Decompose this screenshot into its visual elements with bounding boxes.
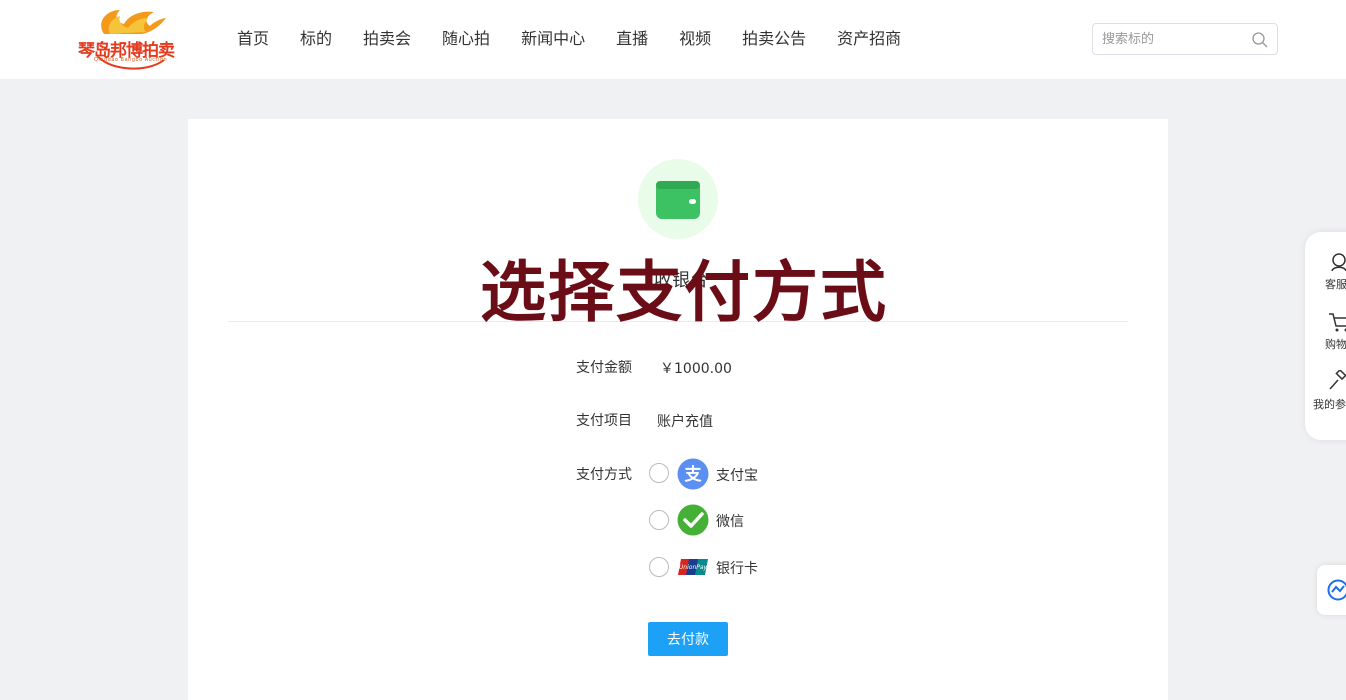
alipay-icon[interactable]: 支 bbox=[677, 458, 709, 490]
toolbar-my-bids[interactable]: 我的参拍 bbox=[1305, 370, 1346, 430]
bankcard-radio[interactable] bbox=[649, 557, 669, 577]
svg-text:支: 支 bbox=[685, 464, 703, 485]
nav-news[interactable]: 新闻中心 bbox=[521, 27, 585, 51]
bankcard-label[interactable]: 银行卡 bbox=[716, 558, 758, 578]
nav-lots[interactable]: 标的 bbox=[300, 27, 332, 51]
wallet-icon bbox=[656, 181, 700, 219]
nav-announcements[interactable]: 拍卖公告 bbox=[742, 27, 806, 51]
toolbar-my-bids-label: 我的参拍 bbox=[1313, 398, 1346, 411]
assistant-icon bbox=[1327, 579, 1346, 601]
cart-icon bbox=[1329, 313, 1346, 332]
wechat-radio[interactable] bbox=[649, 510, 669, 530]
nav-live[interactable]: 直播 bbox=[616, 27, 648, 51]
toolbar-customer-service[interactable]: 客服 bbox=[1305, 250, 1346, 310]
toolbar-cart-label: 购物车 bbox=[1325, 338, 1346, 351]
site-logo[interactable]: 琴岛邦博拍卖 Qingdao Bangbo Auction bbox=[76, 4, 182, 74]
customer-service-icon bbox=[1331, 253, 1346, 272]
site-header: 琴岛邦博拍卖 Qingdao Bangbo Auction 首页 标的 拍卖会 … bbox=[0, 0, 1346, 79]
nav-video[interactable]: 视频 bbox=[679, 27, 711, 51]
pay-button[interactable]: 去付款 bbox=[648, 622, 728, 656]
nav-auctions[interactable]: 拍卖会 bbox=[363, 27, 411, 51]
method-label: 支付方式 bbox=[576, 467, 632, 483]
search-box bbox=[1092, 23, 1278, 55]
wechat-icon[interactable] bbox=[677, 504, 709, 536]
wechat-label[interactable]: 微信 bbox=[716, 511, 744, 531]
auction-hammer-icon bbox=[1329, 370, 1346, 390]
item-value: 账户充值 bbox=[657, 414, 713, 430]
alipay-label[interactable]: 支付宝 bbox=[716, 465, 758, 485]
nav-casual-bid[interactable]: 随心拍 bbox=[442, 27, 490, 51]
amount-value: ￥1000.00 bbox=[660, 361, 732, 377]
search-icon[interactable] bbox=[1251, 31, 1269, 49]
search-input[interactable] bbox=[1102, 30, 1242, 48]
unionpay-icon[interactable]: UnionPay bbox=[677, 551, 709, 583]
item-label: 支付项目 bbox=[576, 413, 632, 429]
cashier-card: 收银台 支付金额 ￥1000.00 支付项目 账户充值 支付方式 支 支付宝 微… bbox=[188, 119, 1168, 700]
toolbar-customer-service-label: 客服 bbox=[1325, 278, 1346, 291]
toolbar-cart[interactable]: 购物车 bbox=[1305, 310, 1346, 370]
logo-subtext: Qingdao Bangbo Auction bbox=[94, 57, 168, 63]
amount-label: 支付金额 bbox=[576, 360, 632, 376]
nav-asset-investment[interactable]: 资产招商 bbox=[837, 27, 901, 51]
floating-toolbar: 客服 购物车 我的参拍 bbox=[1305, 232, 1346, 440]
svg-text:UnionPay: UnionPay bbox=[679, 564, 708, 571]
overlay-title: 选择支付方式 bbox=[480, 254, 888, 331]
floating-assistant-button[interactable] bbox=[1317, 565, 1346, 615]
nav-home[interactable]: 首页 bbox=[237, 27, 269, 51]
alipay-radio[interactable] bbox=[649, 463, 669, 483]
wallet-badge bbox=[638, 159, 718, 239]
main-nav: 首页 标的 拍卖会 随心拍 新闻中心 直播 视频 拍卖公告 资产招商 bbox=[237, 27, 901, 51]
